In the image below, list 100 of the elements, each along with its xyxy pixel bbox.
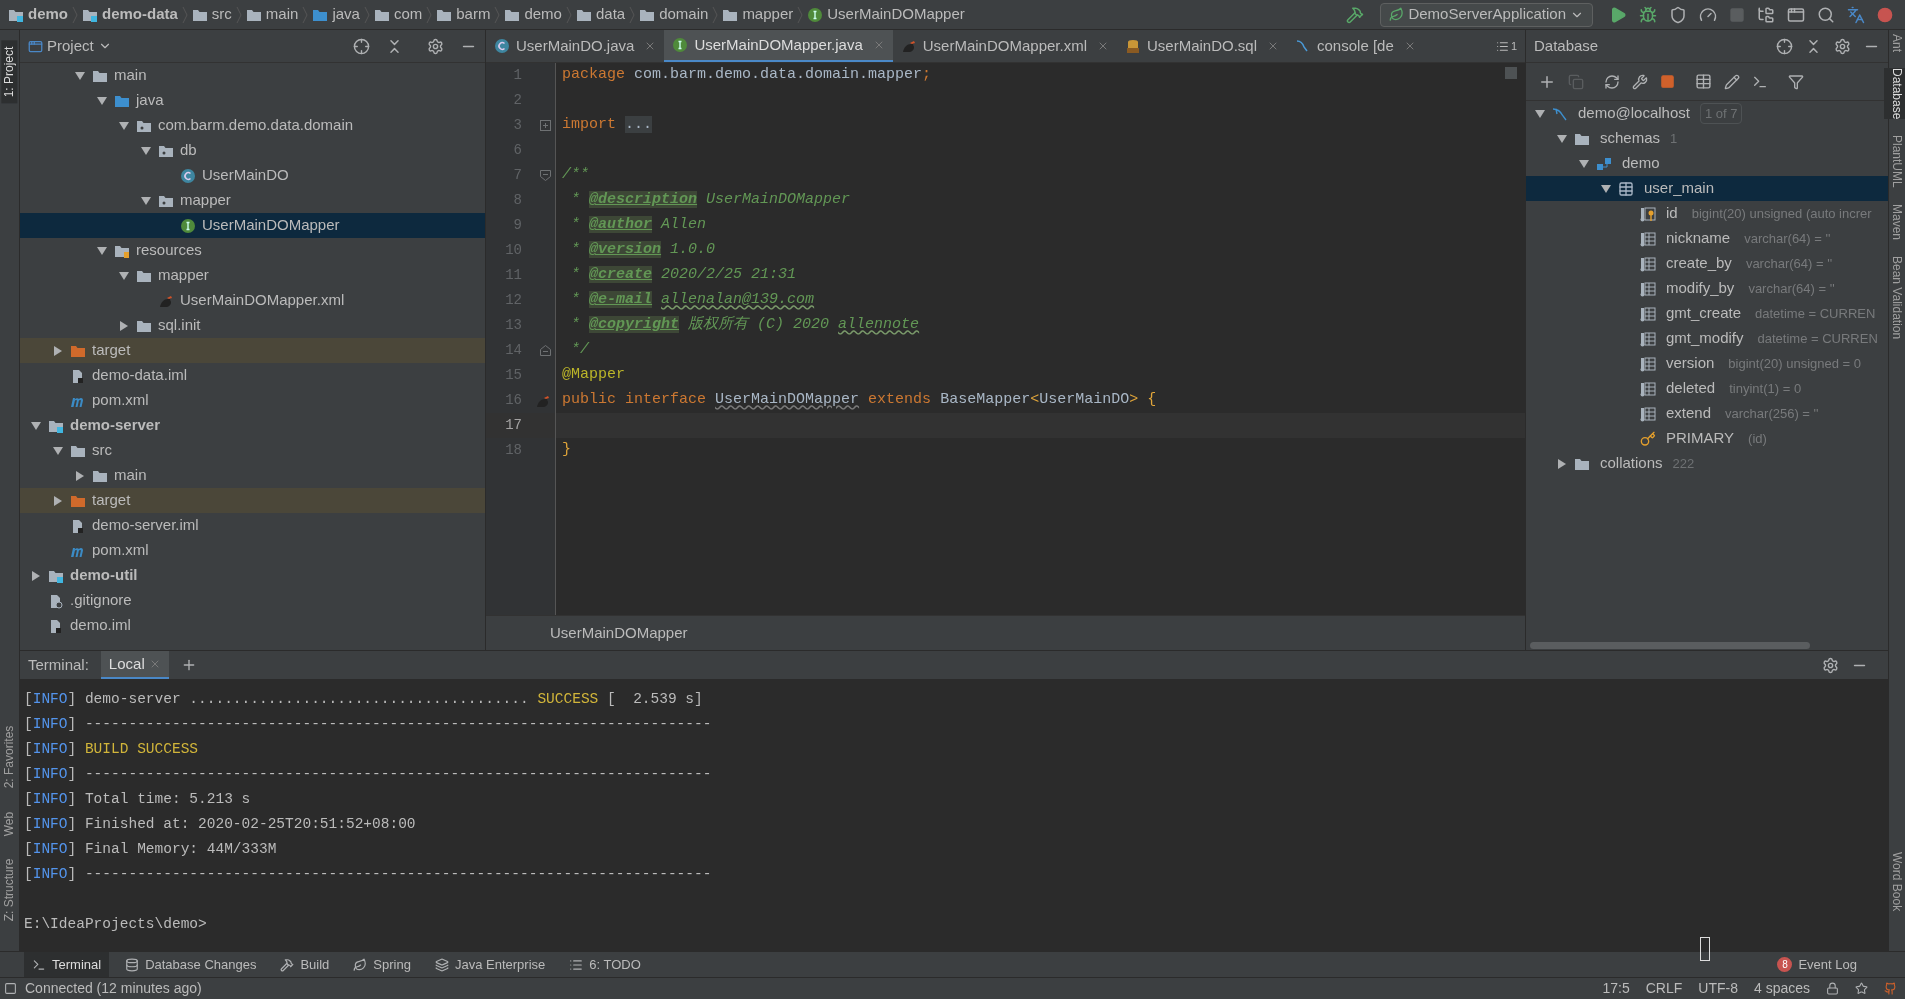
tree-item[interactable]: UserMainDO [20,163,485,188]
tree-item[interactable]: deleted tinyint(1) = 0 [1526,376,1888,401]
locate-icon[interactable] [1776,37,1793,55]
status-item[interactable]: 4 spaces [1753,978,1810,999]
expanded-arrow-icon[interactable] [118,269,130,282]
tool-window-tab[interactable]: 1: Project [1,40,18,104]
debug-icon[interactable] [1639,5,1657,24]
tool-window-tab[interactable]: Word Book [1884,851,1905,911]
tree-item[interactable]: PRIMARY (id) [1526,426,1888,451]
tree-item[interactable]: sql.init [20,313,485,338]
editor-tab[interactable]: console [de [1287,30,1424,62]
breadcrumb[interactable]: data [571,3,630,26]
collapsed-arrow-icon[interactable] [74,469,86,482]
locate-icon[interactable] [353,37,370,55]
tool-window-tab[interactable]: Web [1,805,18,842]
expanded-arrow-icon[interactable] [1578,157,1590,170]
tool-window-tab[interactable]: 2: Favorites [1,719,18,795]
edit-icon[interactable] [1724,73,1740,90]
expanded-arrow-icon[interactable] [30,419,42,432]
tree-item[interactable]: UserMainDOMapper.xml [20,288,485,313]
tree-item[interactable]: demo-server.iml [20,513,485,538]
tree-item[interactable]: mapper [20,188,485,213]
breadcrumb[interactable]: src [187,3,236,26]
expanded-arrow-icon[interactable] [118,119,130,132]
tree-item[interactable]: resources [20,238,485,263]
breadcrumb[interactable]: domain [635,3,713,26]
tree-item[interactable]: demo.iml [20,613,485,638]
tree-item[interactable]: com.barm.demo.data.domain [20,113,485,138]
tool-window-tab[interactable]: Z: Structure [1,852,18,928]
tree-item[interactable]: pom.xml [20,538,485,563]
tree-item[interactable]: demo-data.iml [20,363,485,388]
code-breadcrumb[interactable]: UserMainDOMapper [550,621,688,645]
tree-item[interactable]: src [20,438,485,463]
expanded-arrow-icon[interactable] [1534,107,1546,120]
tree-item[interactable]: pom.xml [20,388,485,413]
tool-window-tab[interactable]: 6: TODO [561,952,649,977]
tool-window-tab[interactable]: Ant [1884,34,1905,52]
tree-item[interactable]: main [20,463,485,488]
editor-tab[interactable]: UserMainDO.sql [1117,30,1288,62]
expanded-arrow-icon[interactable] [96,244,108,257]
tree-item[interactable]: db [20,138,485,163]
breadcrumb[interactable]: java [308,3,364,26]
session-tab[interactable]: Local [100,651,169,679]
filter-icon[interactable] [1788,73,1804,90]
tree-item[interactable]: UserMainDOMapper [20,213,485,238]
hammer-icon[interactable] [1346,5,1365,24]
tree-item[interactable]: demo-util [20,563,485,588]
expanded-arrow-icon[interactable] [96,94,108,107]
stop-icon[interactable] [1660,74,1675,89]
expanded-arrow-icon[interactable] [74,69,86,82]
tree-item[interactable]: target [20,488,485,513]
breadcrumb[interactable]: demo [500,3,566,26]
tree-item[interactable]: demo-server [20,413,485,438]
tool-window-tab[interactable]: Java Enterprise [426,952,554,977]
run-icon[interactable] [1609,5,1627,24]
tool-window-tab[interactable]: Database Changes [117,952,265,977]
breadcrumb[interactable]: demo [4,3,72,26]
breadcrumb[interactable]: main [241,3,303,26]
settings-icon[interactable] [1834,37,1851,55]
breadcrumb[interactable]: barm [432,3,495,26]
project-structure-icon[interactable] [1757,5,1775,24]
collapsed-arrow-icon[interactable] [52,494,64,507]
window-icon[interactable] [1787,5,1805,24]
breadcrumb[interactable]: mapper [718,3,798,26]
breadcrumb[interactable]: UserMainDOMapper [803,3,969,26]
editor-tab[interactable]: UserMainDOMapper.xml [892,30,1117,62]
breadcrumb[interactable]: demo-data [78,3,182,26]
settings-icon[interactable] [1822,656,1839,674]
view-selector[interactable]: Project [28,34,112,58]
profiler-icon[interactable] [1699,5,1717,24]
expanded-arrow-icon[interactable] [140,194,152,207]
avatar-icon[interactable] [1877,6,1893,23]
properties-icon[interactable] [1632,73,1648,90]
tree-item[interactable]: java [20,88,485,113]
table-icon[interactable] [1695,73,1712,90]
search-icon[interactable] [1817,5,1835,24]
scrollbar[interactable] [1530,641,1810,649]
collapsed-arrow-icon[interactable] [1556,457,1568,470]
status-item[interactable]: 17:5 [1602,978,1630,999]
collapsed-arrow-icon[interactable] [52,344,64,357]
expanded-arrow-icon[interactable] [140,144,152,157]
collapsed-arrow-icon[interactable] [30,569,42,582]
status-item[interactable]: CRLF [1645,978,1683,999]
tree-item[interactable]: target [20,338,485,363]
translate-icon[interactable] [1847,5,1865,24]
tree-item[interactable]: user_main [1526,176,1888,201]
tree-item[interactable]: main [20,63,485,88]
tool-window-tab[interactable]: Terminal [24,952,110,977]
editor-tab[interactable]: UserMainDOMapper.java [664,30,893,62]
tree-item[interactable]: .gitignore [20,588,485,613]
expanded-arrow-icon[interactable] [1556,132,1568,145]
tool-window-tab[interactable]: Build [272,952,338,977]
tab-overflow-button[interactable]: 1 [1487,30,1525,62]
settings-icon[interactable] [427,37,444,55]
breadcrumb[interactable]: com [369,3,427,26]
run-configuration-dropdown[interactable]: DemoServerApplication [1380,2,1593,27]
event-log-tab[interactable]: 8 Event Log [1777,954,1857,975]
expanded-arrow-icon[interactable] [52,444,64,457]
tree-item[interactable]: extend varchar(256) = '' [1526,401,1888,426]
tool-window-tab[interactable]: Database [1884,68,1905,120]
